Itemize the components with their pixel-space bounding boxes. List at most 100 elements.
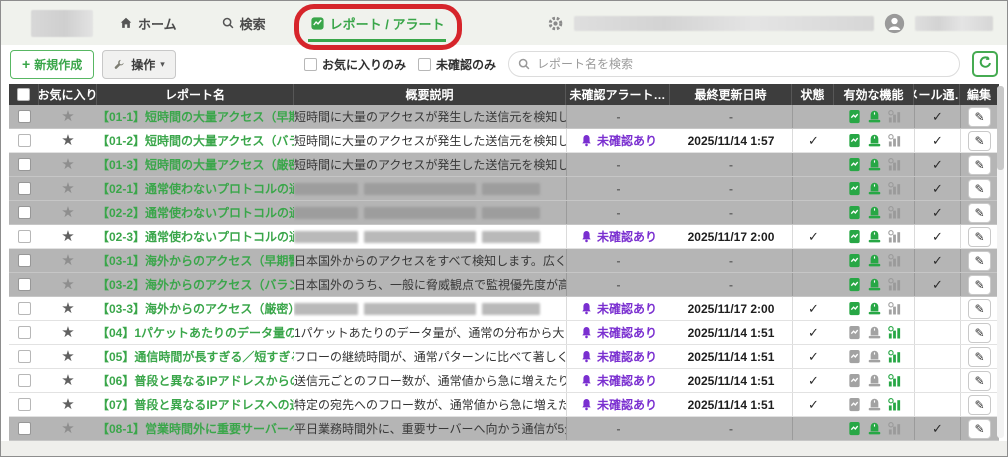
scrollbar-thumb[interactable] (997, 86, 1004, 170)
favorite-cell[interactable]: ★ (39, 129, 97, 152)
edit-button[interactable]: ✎ (968, 106, 991, 127)
report-name-link[interactable]: 【03-2】海外からのアクセス（バランス） (97, 273, 294, 296)
report-name-link[interactable]: 【02-2】通常使わないプロトコルの通信 (97, 201, 294, 224)
star-icon[interactable]: ★ (61, 373, 74, 388)
table-row[interactable]: ★ 【02-3】通常使わないプロトコルの通信 未確認あり 2025/11/17 2:0… (9, 225, 999, 249)
favorite-cell[interactable]: ★ (39, 393, 97, 416)
tab-home[interactable]: ホーム (119, 14, 177, 33)
row-checkbox[interactable] (17, 326, 31, 339)
row-select-cell[interactable] (9, 177, 39, 200)
vertical-scrollbar[interactable] (997, 86, 1004, 438)
table-row[interactable]: ★ 【03-2】海外からのアクセス（バランス）日本国外のうち、一般に脅威観点で監視… (9, 273, 999, 297)
table-row[interactable]: ★ 【05】通信時間が長すぎる／短すぎる フローの継続時間が、通常パターンに比べて著… (9, 345, 999, 369)
star-icon[interactable]: ★ (61, 349, 74, 364)
row-select-cell[interactable] (9, 105, 39, 128)
select-all-checkbox[interactable] (17, 88, 30, 101)
table-row[interactable]: ★ 【08-1】営業時間外に重要サーバーへ接続平日業務時間外に、重要サーバーへ向か… (9, 417, 999, 441)
table-row[interactable]: ★ 【07】普段と異なるIPアドレスへの通信 特定の宛先へのフロー数が、通常値から急… (9, 393, 999, 417)
row-checkbox[interactable] (17, 158, 31, 171)
edit-button[interactable]: ✎ (968, 418, 991, 439)
report-name-link[interactable]: 【05】通信時間が長すぎる／短すぎる (97, 345, 294, 368)
report-name-link[interactable]: 【04】1パケットあたりのデータ量の異常 (97, 321, 294, 344)
tab-reports-alerts[interactable]: レポート / アラート (293, 3, 463, 50)
row-select-cell[interactable] (9, 225, 39, 248)
favorite-cell[interactable]: ★ (39, 153, 97, 176)
tab-search[interactable]: 検索 (221, 14, 266, 33)
table-row[interactable]: ★ 【01-3】短時間の大量アクセス（厳密） 短時間に大量のアクセスが発生した送信元… (9, 153, 999, 177)
edit-button[interactable]: ✎ (968, 130, 991, 151)
row-select-cell[interactable] (9, 321, 39, 344)
row-checkbox[interactable] (17, 110, 31, 123)
favorite-cell[interactable]: ★ (39, 201, 97, 224)
report-name-link[interactable]: 【02-1】通常使わないプロトコルの通信 (97, 177, 294, 200)
row-checkbox[interactable] (17, 206, 31, 219)
refresh-button[interactable] (972, 51, 998, 77)
row-checkbox[interactable] (17, 350, 31, 363)
row-select-cell[interactable] (9, 249, 39, 272)
favorite-cell[interactable]: ★ (39, 105, 97, 128)
gear-icon[interactable] (547, 15, 564, 32)
edit-button[interactable]: ✎ (968, 370, 991, 391)
star-icon[interactable]: ★ (61, 133, 74, 148)
star-icon[interactable]: ★ (61, 229, 74, 244)
table-row[interactable]: ★ 【02-1】通常使わないプロトコルの通信 - - ✓ ✎ (9, 177, 999, 201)
row-checkbox[interactable] (17, 182, 31, 195)
star-icon[interactable]: ★ (61, 157, 74, 172)
report-name-link[interactable]: 【01-2】短時間の大量アクセス（バランス (97, 129, 294, 152)
favorite-cell[interactable]: ★ (39, 321, 97, 344)
favorite-cell[interactable]: ★ (39, 273, 97, 296)
report-name-link[interactable]: 【06】普段と異なるIPアドレスからの通信 (97, 369, 294, 392)
table-row[interactable]: ★ 【02-2】通常使わないプロトコルの通信 - - ✓ ✎ (9, 201, 999, 225)
row-checkbox[interactable] (17, 302, 31, 315)
row-select-cell[interactable] (9, 129, 39, 152)
unconfirmed-only-checkbox[interactable] (417, 57, 431, 71)
table-row[interactable]: ★ 【01-1】短時間の大量アクセス（早期警戒短時間に大量のアクセスが発生した送信… (9, 105, 999, 129)
star-icon[interactable]: ★ (61, 205, 74, 220)
report-name-link[interactable]: 【01-3】短時間の大量アクセス（厳密） (97, 153, 294, 176)
favorites-only-filter[interactable]: お気に入りのみ (303, 56, 406, 73)
favorite-cell[interactable]: ★ (39, 297, 97, 320)
row-checkbox[interactable] (17, 230, 31, 243)
star-icon[interactable]: ★ (61, 253, 74, 268)
favorite-cell[interactable]: ★ (39, 369, 97, 392)
star-icon[interactable]: ★ (61, 397, 74, 412)
star-icon[interactable]: ★ (61, 301, 74, 316)
row-select-cell[interactable] (9, 369, 39, 392)
report-name-link[interactable]: 【03-3】海外からのアクセス（厳密） (97, 297, 294, 320)
favorite-cell[interactable]: ★ (39, 177, 97, 200)
report-name-link[interactable]: 【07】普段と異なるIPアドレスへの通信 (97, 393, 294, 416)
report-name-link[interactable]: 【02-3】通常使わないプロトコルの通信 (97, 225, 294, 248)
row-select-cell[interactable] (9, 345, 39, 368)
favorite-cell[interactable]: ★ (39, 345, 97, 368)
create-new-button[interactable]: + 新規作成 (10, 49, 95, 79)
edit-button[interactable]: ✎ (968, 178, 991, 199)
row-select-cell[interactable] (9, 417, 39, 440)
edit-button[interactable]: ✎ (968, 346, 991, 367)
favorite-cell[interactable]: ★ (39, 249, 97, 272)
favorites-only-checkbox[interactable] (303, 57, 317, 71)
edit-button[interactable]: ✎ (968, 154, 991, 175)
edit-button[interactable]: ✎ (968, 250, 991, 271)
row-select-cell[interactable] (9, 297, 39, 320)
table-row[interactable]: ★ 【01-2】短時間の大量アクセス（バランス短時間に大量のアクセスが発生した送信… (9, 129, 999, 153)
row-select-cell[interactable] (9, 201, 39, 224)
row-checkbox[interactable] (17, 254, 31, 267)
star-icon[interactable]: ★ (61, 277, 74, 292)
star-icon[interactable]: ★ (61, 421, 74, 436)
row-select-cell[interactable] (9, 273, 39, 296)
report-search-input[interactable] (508, 51, 960, 77)
row-checkbox[interactable] (17, 374, 31, 387)
row-checkbox[interactable] (17, 278, 31, 291)
favorite-cell[interactable]: ★ (39, 417, 97, 440)
row-checkbox[interactable] (17, 398, 31, 411)
row-checkbox[interactable] (17, 134, 31, 147)
row-select-cell[interactable] (9, 393, 39, 416)
star-icon[interactable]: ★ (61, 325, 74, 340)
edit-button[interactable]: ✎ (968, 274, 991, 295)
row-select-cell[interactable] (9, 153, 39, 176)
report-name-link[interactable]: 【08-1】営業時間外に重要サーバーへ接続 (97, 417, 294, 440)
row-checkbox[interactable] (17, 422, 31, 435)
report-name-link[interactable]: 【03-1】海外からのアクセス（早期警戒） (97, 249, 294, 272)
table-row[interactable]: ★ 【04】1パケットあたりのデータ量の異常1パケットあたりのデータ量が、通常の分… (9, 321, 999, 345)
user-avatar-icon[interactable] (884, 13, 905, 34)
